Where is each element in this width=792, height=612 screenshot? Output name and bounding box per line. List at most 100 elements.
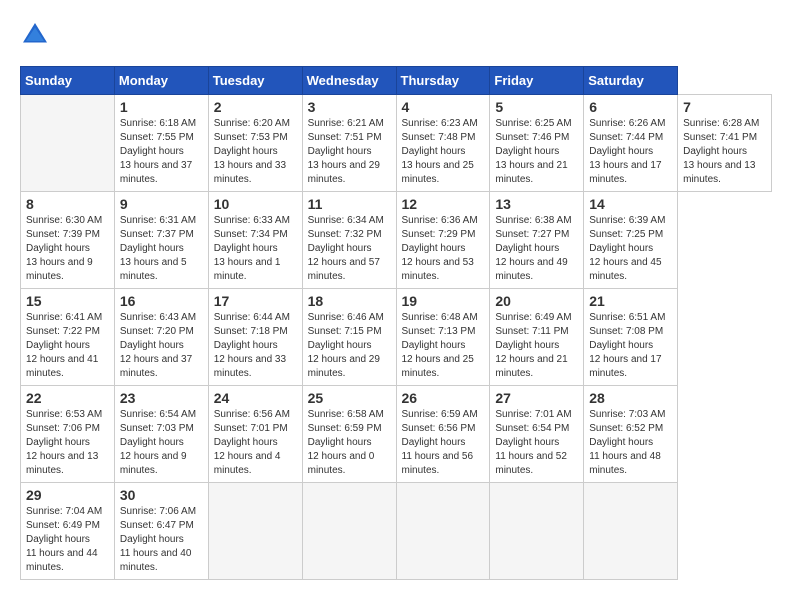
day-number: 27 (495, 390, 578, 406)
calendar-day (302, 483, 396, 580)
calendar-week: 1 Sunrise: 6:18 AMSunset: 7:55 PMDayligh… (21, 95, 772, 192)
calendar-day: 30 Sunrise: 7:06 AMSunset: 6:47 PMDaylig… (114, 483, 208, 580)
day-number: 11 (308, 196, 391, 212)
day-info: Sunrise: 6:44 AMSunset: 7:18 PMDaylight … (214, 312, 290, 379)
day-info: Sunrise: 6:46 AMSunset: 7:15 PMDaylight … (308, 312, 384, 379)
day-info: Sunrise: 6:23 AMSunset: 7:48 PMDaylight … (402, 118, 478, 185)
day-number: 24 (214, 390, 297, 406)
calendar-day: 7 Sunrise: 6:28 AMSunset: 7:41 PMDayligh… (678, 95, 772, 192)
calendar-day: 10 Sunrise: 6:33 AMSunset: 7:34 PMDaylig… (208, 192, 302, 289)
day-info: Sunrise: 6:54 AMSunset: 7:03 PMDaylight … (120, 409, 196, 476)
day-number: 7 (683, 99, 766, 115)
day-info: Sunrise: 6:58 AMSunset: 6:59 PMDaylight … (308, 409, 384, 476)
day-number: 4 (402, 99, 485, 115)
calendar-day: 26 Sunrise: 6:59 AMSunset: 6:56 PMDaylig… (396, 386, 490, 483)
day-header: Saturday (584, 67, 678, 95)
day-header: Wednesday (302, 67, 396, 95)
day-info: Sunrise: 6:25 AMSunset: 7:46 PMDaylight … (495, 118, 571, 185)
calendar-day: 22 Sunrise: 6:53 AMSunset: 7:06 PMDaylig… (21, 386, 115, 483)
calendar-week: 8 Sunrise: 6:30 AMSunset: 7:39 PMDayligh… (21, 192, 772, 289)
header-row: SundayMondayTuesdayWednesdayThursdayFrid… (21, 67, 772, 95)
day-number: 25 (308, 390, 391, 406)
calendar-day: 3 Sunrise: 6:21 AMSunset: 7:51 PMDayligh… (302, 95, 396, 192)
day-info: Sunrise: 6:41 AMSunset: 7:22 PMDaylight … (26, 312, 102, 379)
calendar-day: 15 Sunrise: 6:41 AMSunset: 7:22 PMDaylig… (21, 289, 115, 386)
day-header: Monday (114, 67, 208, 95)
day-info: Sunrise: 6:31 AMSunset: 7:37 PMDaylight … (120, 215, 196, 282)
day-number: 8 (26, 196, 109, 212)
calendar-day: 2 Sunrise: 6:20 AMSunset: 7:53 PMDayligh… (208, 95, 302, 192)
day-info: Sunrise: 6:21 AMSunset: 7:51 PMDaylight … (308, 118, 384, 185)
day-info: Sunrise: 6:34 AMSunset: 7:32 PMDaylight … (308, 215, 384, 282)
day-number: 21 (589, 293, 672, 309)
calendar-day: 12 Sunrise: 6:36 AMSunset: 7:29 PMDaylig… (396, 192, 490, 289)
day-info: Sunrise: 7:04 AMSunset: 6:49 PMDaylight … (26, 506, 102, 573)
day-info: Sunrise: 7:03 AMSunset: 6:52 PMDaylight … (589, 409, 665, 476)
logo-icon (20, 20, 50, 50)
day-number: 3 (308, 99, 391, 115)
day-number: 15 (26, 293, 109, 309)
calendar-day: 19 Sunrise: 6:48 AMSunset: 7:13 PMDaylig… (396, 289, 490, 386)
day-number: 23 (120, 390, 203, 406)
day-number: 22 (26, 390, 109, 406)
calendar-day: 1 Sunrise: 6:18 AMSunset: 7:55 PMDayligh… (114, 95, 208, 192)
calendar-day: 23 Sunrise: 6:54 AMSunset: 7:03 PMDaylig… (114, 386, 208, 483)
day-info: Sunrise: 6:20 AMSunset: 7:53 PMDaylight … (214, 118, 290, 185)
day-number: 19 (402, 293, 485, 309)
day-info: Sunrise: 6:59 AMSunset: 6:56 PMDaylight … (402, 409, 478, 476)
day-number: 17 (214, 293, 297, 309)
page-header (20, 20, 772, 50)
calendar-day: 14 Sunrise: 6:39 AMSunset: 7:25 PMDaylig… (584, 192, 678, 289)
day-number: 5 (495, 99, 578, 115)
day-number: 6 (589, 99, 672, 115)
day-number: 28 (589, 390, 672, 406)
day-info: Sunrise: 7:06 AMSunset: 6:47 PMDaylight … (120, 506, 196, 573)
calendar-day: 24 Sunrise: 6:56 AMSunset: 7:01 PMDaylig… (208, 386, 302, 483)
calendar-day: 13 Sunrise: 6:38 AMSunset: 7:27 PMDaylig… (490, 192, 584, 289)
calendar-day (584, 483, 678, 580)
calendar-day: 4 Sunrise: 6:23 AMSunset: 7:48 PMDayligh… (396, 95, 490, 192)
calendar-day: 25 Sunrise: 6:58 AMSunset: 6:59 PMDaylig… (302, 386, 396, 483)
calendar-day: 16 Sunrise: 6:43 AMSunset: 7:20 PMDaylig… (114, 289, 208, 386)
day-info: Sunrise: 6:48 AMSunset: 7:13 PMDaylight … (402, 312, 478, 379)
day-number: 13 (495, 196, 578, 212)
calendar-day (396, 483, 490, 580)
day-number: 30 (120, 487, 203, 503)
calendar-day: 9 Sunrise: 6:31 AMSunset: 7:37 PMDayligh… (114, 192, 208, 289)
calendar-day: 21 Sunrise: 6:51 AMSunset: 7:08 PMDaylig… (584, 289, 678, 386)
day-info: Sunrise: 6:38 AMSunset: 7:27 PMDaylight … (495, 215, 571, 282)
calendar-day: 6 Sunrise: 6:26 AMSunset: 7:44 PMDayligh… (584, 95, 678, 192)
day-number: 2 (214, 99, 297, 115)
day-header: Tuesday (208, 67, 302, 95)
calendar-day (490, 483, 584, 580)
calendar-day: 11 Sunrise: 6:34 AMSunset: 7:32 PMDaylig… (302, 192, 396, 289)
day-number: 29 (26, 487, 109, 503)
calendar-week: 15 Sunrise: 6:41 AMSunset: 7:22 PMDaylig… (21, 289, 772, 386)
day-header: Thursday (396, 67, 490, 95)
calendar-day: 8 Sunrise: 6:30 AMSunset: 7:39 PMDayligh… (21, 192, 115, 289)
day-info: Sunrise: 6:51 AMSunset: 7:08 PMDaylight … (589, 312, 665, 379)
calendar-day: 27 Sunrise: 7:01 AMSunset: 6:54 PMDaylig… (490, 386, 584, 483)
calendar-week: 29 Sunrise: 7:04 AMSunset: 6:49 PMDaylig… (21, 483, 772, 580)
day-number: 26 (402, 390, 485, 406)
day-info: Sunrise: 6:49 AMSunset: 7:11 PMDaylight … (495, 312, 571, 379)
day-info: Sunrise: 6:30 AMSunset: 7:39 PMDaylight … (26, 215, 102, 282)
calendar-day (208, 483, 302, 580)
day-info: Sunrise: 6:53 AMSunset: 7:06 PMDaylight … (26, 409, 102, 476)
day-number: 14 (589, 196, 672, 212)
calendar-day: 17 Sunrise: 6:44 AMSunset: 7:18 PMDaylig… (208, 289, 302, 386)
day-info: Sunrise: 6:43 AMSunset: 7:20 PMDaylight … (120, 312, 196, 379)
day-info: Sunrise: 7:01 AMSunset: 6:54 PMDaylight … (495, 409, 571, 476)
calendar-day (21, 95, 115, 192)
day-info: Sunrise: 6:39 AMSunset: 7:25 PMDaylight … (589, 215, 665, 282)
day-number: 9 (120, 196, 203, 212)
calendar-day: 20 Sunrise: 6:49 AMSunset: 7:11 PMDaylig… (490, 289, 584, 386)
day-info: Sunrise: 6:33 AMSunset: 7:34 PMDaylight … (214, 215, 290, 282)
day-header: Sunday (21, 67, 115, 95)
day-number: 16 (120, 293, 203, 309)
calendar-week: 22 Sunrise: 6:53 AMSunset: 7:06 PMDaylig… (21, 386, 772, 483)
day-number: 1 (120, 99, 203, 115)
day-number: 20 (495, 293, 578, 309)
day-number: 12 (402, 196, 485, 212)
day-info: Sunrise: 6:26 AMSunset: 7:44 PMDaylight … (589, 118, 665, 185)
